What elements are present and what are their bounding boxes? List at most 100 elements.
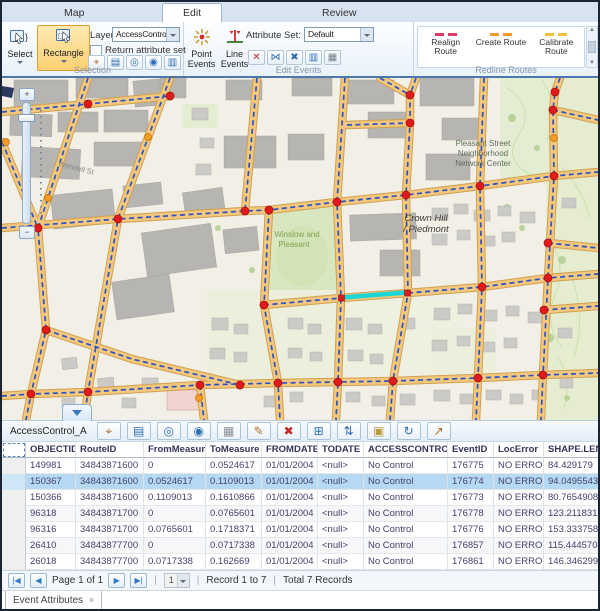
layer-dropdown-value: AccessControl_A [113, 28, 166, 41]
show-all-records-icon[interactable]: ▤ [127, 422, 151, 440]
row-selector[interactable] [2, 506, 26, 522]
column-header[interactable]: FROMDATE [262, 442, 318, 458]
scrollbar-thumb[interactable] [588, 41, 596, 53]
row-selector[interactable] [2, 554, 26, 570]
table-cell: 0.0717338 [144, 554, 206, 570]
table-cell: 176857 [448, 538, 494, 554]
table-row[interactable]: 96316348438717000.07656010.171837101/01/… [2, 522, 598, 538]
zoom-to-selected-icon[interactable]: ◎ [157, 422, 181, 440]
map-corner-shape [2, 86, 14, 98]
attribute-set-dropdown-button[interactable] [360, 28, 373, 41]
rectangle-button-label: Rectangle [43, 48, 84, 58]
row-selector[interactable] [2, 522, 26, 538]
table-row[interactable]: 150366348438716000.11090130.161086601/01… [2, 490, 598, 506]
ribbon-tab-edit[interactable]: Edit [162, 3, 222, 23]
realign-route-button[interactable]: Realign Route [420, 29, 472, 65]
column-header[interactable]: SHAPE.LEN [544, 442, 598, 458]
table-cell: NO ERROR [494, 490, 544, 506]
calibrate-route-button[interactable]: Calibrate Route [530, 29, 582, 65]
ribbon-scrollbar[interactable]: ▲ ▼ [586, 26, 598, 68]
column-header[interactable]: ToMeasure [206, 442, 262, 458]
edit-events-group-label: Edit Events [184, 65, 413, 75]
table-row[interactable]: 1499813484387160000.052461701/01/2004<nu… [2, 458, 598, 474]
table-cell: 146.3462991 [544, 554, 598, 570]
row-selector[interactable] [2, 458, 26, 474]
column-header[interactable]: ACCESSCONTROL [364, 442, 448, 458]
ribbon-tab-map[interactable]: Map [44, 4, 104, 22]
table-cell: 115.4445704 [544, 538, 598, 554]
row-selector[interactable] [2, 490, 26, 506]
page-number-dropdown[interactable]: 1 [164, 573, 190, 588]
row-selector[interactable] [2, 538, 26, 554]
table-row[interactable]: 963183484387170000.076560101/01/2004<nul… [2, 506, 598, 522]
map-canvas[interactable]: Wendell St Pleasant Street Neighborhood … [2, 78, 598, 420]
scroll-up-icon[interactable]: ▲ [589, 27, 595, 34]
trim-event-icon[interactable]: ✖ [286, 50, 303, 65]
rectangle-dropdown-caret[interactable] [61, 60, 67, 63]
attribute-set-dropdown[interactable]: Default [304, 27, 374, 42]
row-selector[interactable] [2, 474, 26, 490]
edit-record-icon[interactable]: ✎ [247, 422, 271, 440]
zoom-in-button[interactable]: + [19, 88, 35, 101]
attribute-window-icon[interactable]: ▣ [367, 422, 391, 440]
prev-page-button[interactable]: ◀ [30, 573, 47, 588]
save-icon[interactable]: ▦ [217, 422, 241, 440]
select-button[interactable]: } Select [5, 27, 35, 69]
sort-icon[interactable]: ⇅ [337, 422, 361, 440]
table-cell: 01/01/2004 [262, 538, 318, 554]
table-cell: 0.0765601 [206, 506, 262, 522]
column-header[interactable]: OBJECTID [26, 442, 76, 458]
attribute-toolbar-icons: ⌖ ▤ ◎ ◉ ▦ ✎ ✖ ⊞ ⇅ ▣ ↻ ↗ [97, 422, 451, 440]
layer-dropdown[interactable]: AccessControl_A [112, 27, 180, 42]
table-cell: 0.1109013 [206, 474, 262, 490]
layer-dropdown-button[interactable] [166, 28, 179, 41]
point-events-icon [192, 28, 212, 48]
column-chooser-icon[interactable]: ⊞ [307, 422, 331, 440]
table-cell: <null> [318, 490, 364, 506]
column-header[interactable]: FromMeasure [144, 442, 206, 458]
table-row[interactable]: 264103484387770000.071733801/01/2004<nul… [2, 538, 598, 554]
last-page-button[interactable]: ▶| [130, 573, 147, 588]
column-header[interactable]: RouteID [76, 442, 144, 458]
pan-to-selected-icon[interactable]: ◉ [187, 422, 211, 440]
column-header[interactable]: TODATE [318, 442, 364, 458]
table-cell: <null> [318, 474, 364, 490]
panel-collapse-tab[interactable] [62, 404, 92, 421]
next-page-button[interactable]: ▶ [108, 573, 125, 588]
select-pointer-icon[interactable]: ⌖ [97, 422, 121, 440]
tab-event-attributes[interactable]: Event Attributes × [5, 591, 102, 610]
refresh-icon[interactable]: ↻ [397, 422, 421, 440]
selection-group-label: Selection [2, 65, 183, 75]
close-icon[interactable]: × [89, 595, 94, 605]
table-row[interactable]: 26018348438777000.07173380.16266901/01/2… [2, 554, 598, 570]
merge-events-icon[interactable]: ⋈ [267, 50, 284, 65]
table-pager: |◀ ◀ Page 1 of 1 ▶ ▶| | 1 | Record 1 to … [2, 570, 598, 590]
first-page-button[interactable]: |◀ [8, 573, 25, 588]
zoom-slider-handle[interactable] [18, 114, 35, 122]
column-header[interactable]: EventID [448, 442, 494, 458]
ribbon-tab-review[interactable]: Review [302, 4, 376, 22]
bottom-tabbar: Event Attributes × [2, 590, 598, 610]
map[interactable]: Wendell St Pleasant Street Neighborhood … [2, 78, 598, 420]
column-header[interactable]: LocError [494, 442, 544, 458]
table-cell: 01/01/2004 [262, 522, 318, 538]
clear-selection-icon[interactable]: ✖ [277, 422, 301, 440]
total-records-label: Total 7 Records [283, 575, 352, 586]
table-cell: 0.162669 [206, 554, 262, 570]
split-event-icon[interactable]: ✕ [248, 50, 265, 65]
column-header[interactable] [2, 442, 26, 458]
zoom-out-button[interactable]: − [19, 226, 35, 239]
event-grid-icon[interactable]: ▦ [324, 50, 341, 65]
table-row[interactable]: 150367348438716000.05246170.110901301/01… [2, 474, 598, 490]
zoom-slider[interactable]: + − [16, 88, 42, 240]
event-table-icon[interactable]: ▥ [305, 50, 322, 65]
table-cell: 0 [144, 506, 206, 522]
create-route-button[interactable]: Create Route [475, 29, 527, 65]
table-cell: <null> [318, 522, 364, 538]
svg-text:Winslow and: Winslow and [274, 230, 319, 239]
table-cell: <null> [318, 538, 364, 554]
select-dropdown-caret[interactable] [17, 61, 23, 64]
page-number-dropdown-button[interactable] [177, 574, 189, 587]
table-cell: 84.429179 [544, 458, 598, 474]
export-icon[interactable]: ↗ [427, 422, 451, 440]
